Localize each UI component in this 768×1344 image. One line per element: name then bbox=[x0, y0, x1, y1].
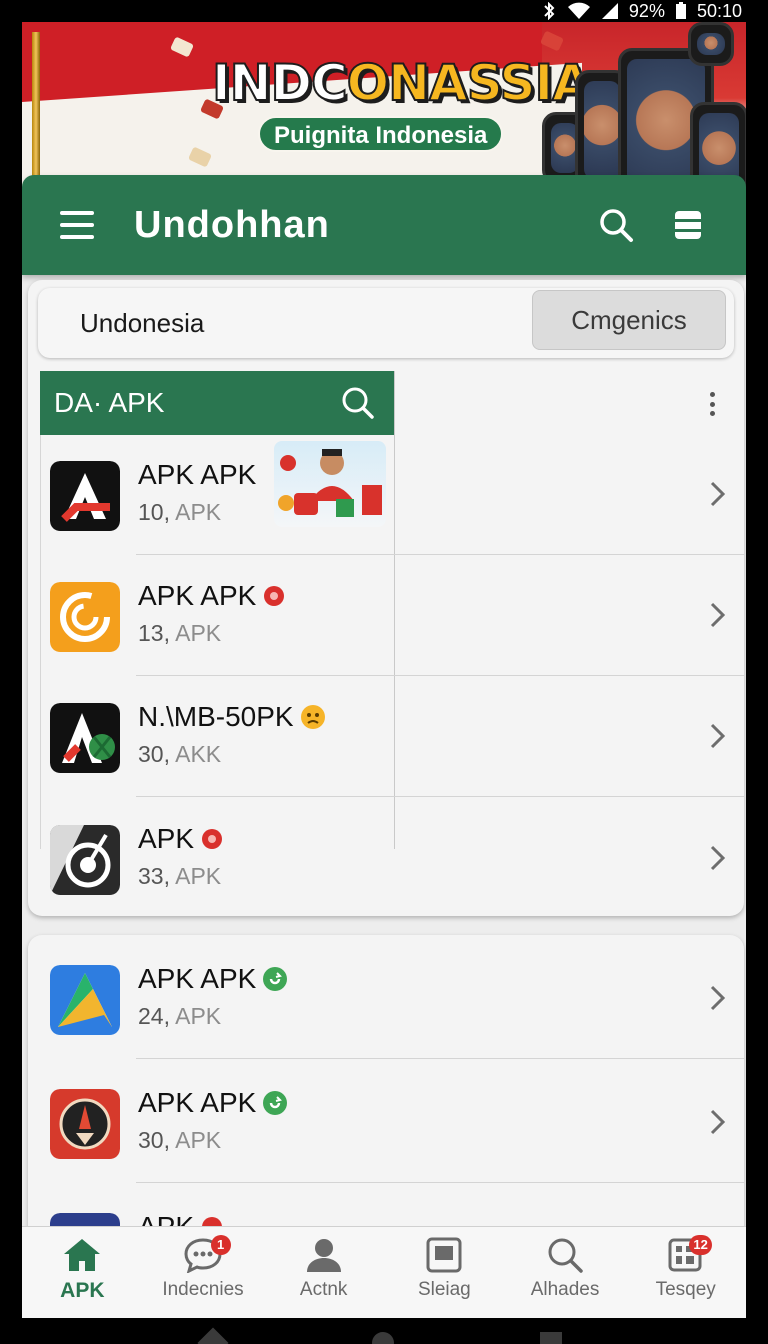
nav-item-sleiag[interactable]: Sleiag bbox=[384, 1227, 505, 1318]
nav-item-tesqey[interactable]: 12 Tesqey bbox=[625, 1227, 746, 1318]
red-compass-icon bbox=[50, 1089, 120, 1159]
confetti-decor bbox=[539, 30, 565, 52]
nav-item-alhades[interactable]: Alhades bbox=[505, 1227, 626, 1318]
app-name: APK APK bbox=[138, 580, 286, 612]
red-flower-icon bbox=[264, 586, 285, 606]
nav-label: APK bbox=[60, 1279, 105, 1302]
nav-item-actnk[interactable]: Actnk bbox=[263, 1227, 384, 1318]
nav-item-apk[interactable]: APK bbox=[22, 1227, 143, 1318]
app-name: APK APK bbox=[138, 963, 288, 995]
list-item[interactable]: N.\MB-50PK 30, AKK bbox=[40, 677, 744, 797]
hamburger-menu-icon[interactable] bbox=[60, 211, 94, 239]
sub-header-title: DA· APK bbox=[54, 387, 165, 418]
recents-icon[interactable] bbox=[540, 1332, 562, 1344]
bluetooth-icon bbox=[544, 2, 555, 20]
nav-label: Sleiag bbox=[417, 1279, 471, 1300]
row-divider bbox=[136, 1058, 744, 1059]
chevron-right-icon bbox=[710, 845, 726, 871]
category-filter-button[interactable]: Cmgenics bbox=[532, 290, 726, 350]
red-flower-icon bbox=[202, 829, 223, 849]
wifi-icon bbox=[567, 2, 590, 19]
list-item[interactable]: APK APK 13, APK bbox=[40, 556, 744, 676]
phone-image bbox=[688, 22, 734, 66]
chevron-right-icon bbox=[710, 481, 726, 507]
bottom-navigation: APK 1 Indecnies Actnk Sleiag Alhades 12 … bbox=[22, 1226, 746, 1318]
nav-label: Alhades bbox=[530, 1279, 600, 1300]
chevron-right-icon bbox=[710, 723, 726, 749]
battery-percent: 92% bbox=[628, 0, 665, 21]
clock: 50:10 bbox=[696, 0, 742, 21]
search-icon[interactable] bbox=[340, 385, 376, 421]
row-divider bbox=[136, 796, 744, 797]
person-icon bbox=[306, 1239, 341, 1272]
home-button-icon[interactable] bbox=[372, 1332, 394, 1344]
banner-title: INDCONASSIA bbox=[211, 53, 592, 113]
apk-list-card: Undonesia Cmgenics DA· APK APK APK 10, A… bbox=[28, 280, 744, 916]
orange-spiral-icon bbox=[50, 582, 120, 652]
row-divider bbox=[136, 554, 744, 555]
red-a-palm-icon bbox=[50, 703, 120, 773]
red-a-logo-icon bbox=[50, 461, 120, 531]
back-icon[interactable] bbox=[197, 1327, 229, 1344]
angry-emoji-icon bbox=[300, 705, 325, 729]
app-title: Undohhan bbox=[134, 203, 330, 246]
wallet-icon[interactable] bbox=[668, 205, 708, 245]
filter-row: Undonesia Cmgenics bbox=[38, 288, 734, 358]
battery-icon bbox=[675, 2, 686, 19]
app-name: APK bbox=[138, 823, 224, 855]
promo-thumbnail bbox=[274, 441, 386, 527]
chevron-right-icon bbox=[710, 602, 726, 628]
nav-item-indecnies[interactable]: 1 Indecnies bbox=[143, 1227, 264, 1318]
app-meta: 24, APK bbox=[138, 1003, 222, 1029]
tablet-icon bbox=[426, 1237, 462, 1273]
app-screen: INDCONASSIA Puignita Indonesia Undohhan … bbox=[22, 22, 746, 1318]
list-item[interactable]: APK APK 30, APK bbox=[40, 1063, 744, 1183]
search-icon bbox=[548, 1238, 583, 1273]
more-options-icon[interactable] bbox=[708, 392, 716, 416]
app-meta: 10, APK bbox=[138, 499, 222, 525]
country-filter-label: Undonesia bbox=[80, 308, 205, 338]
target-dial-icon bbox=[50, 825, 120, 895]
play-triangle-icon bbox=[50, 965, 120, 1035]
green-refresh-icon bbox=[263, 967, 288, 991]
list-item[interactable]: APK APK 24, APK bbox=[40, 939, 744, 1059]
search-icon[interactable] bbox=[596, 205, 636, 245]
system-navigation-bar bbox=[0, 1318, 768, 1344]
nav-label: Actnk bbox=[299, 1279, 348, 1300]
green-refresh-icon bbox=[263, 1091, 288, 1115]
app-meta: 33, APK bbox=[138, 863, 222, 889]
notification-badge: 1 bbox=[210, 1235, 231, 1255]
chevron-right-icon bbox=[710, 1109, 726, 1135]
home-icon bbox=[64, 1239, 101, 1271]
row-divider bbox=[136, 1182, 744, 1183]
chevron-right-icon bbox=[710, 985, 726, 1011]
status-bar: 92% 50:10 bbox=[0, 0, 768, 22]
signal-icon bbox=[601, 3, 618, 19]
app-name: N.\MB-50PK bbox=[138, 701, 326, 733]
list-item[interactable]: APK 33, APK bbox=[40, 799, 734, 919]
app-bar: Undohhan bbox=[22, 175, 746, 275]
banner-subtitle: Puignita Indonesia bbox=[258, 116, 504, 152]
row-divider bbox=[136, 675, 744, 676]
list-sub-header: DA· APK bbox=[40, 371, 394, 435]
app-name: APK APK bbox=[138, 1087, 288, 1119]
notification-badge: 12 bbox=[689, 1235, 712, 1255]
list-item[interactable]: APK APK 10, APK bbox=[40, 435, 744, 555]
app-meta: 13, APK bbox=[138, 620, 222, 646]
app-name: APK APK bbox=[138, 459, 257, 490]
app-meta: 30, APK bbox=[138, 1127, 222, 1153]
nav-label: Indecnies bbox=[162, 1279, 244, 1300]
nav-label: Tesqey bbox=[655, 1279, 716, 1300]
app-meta: 30, AKK bbox=[138, 741, 222, 767]
